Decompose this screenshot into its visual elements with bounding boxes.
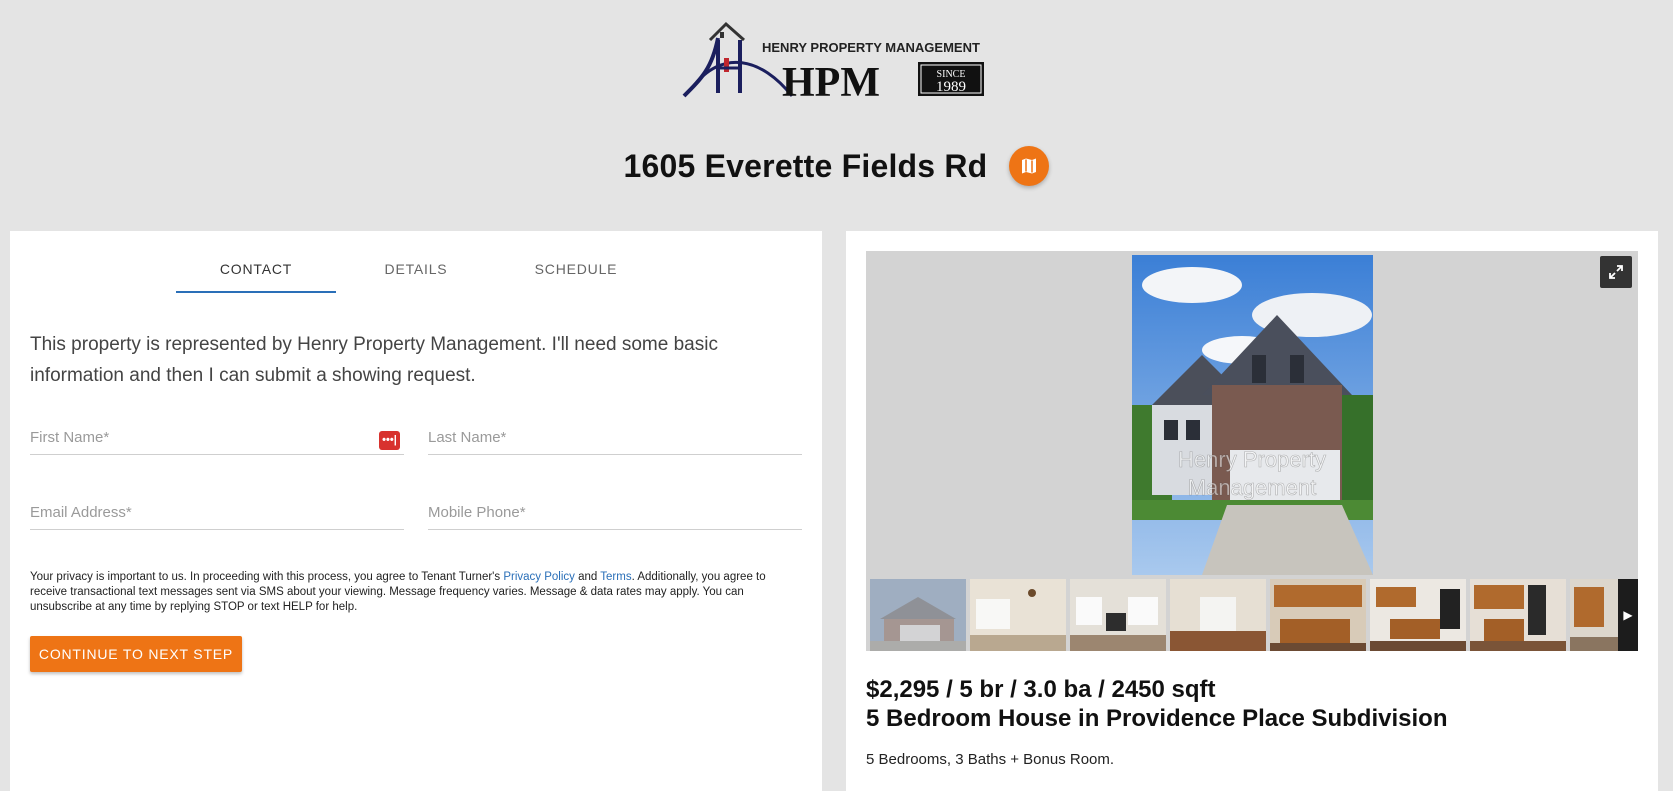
thumbnail-dining-room[interactable] <box>1170 579 1266 651</box>
terms-link[interactable]: Terms <box>600 571 631 583</box>
last-name-field <box>428 417 802 455</box>
thumbnail-strip: ▶ <box>866 579 1638 651</box>
watermark-line-2: Management <box>1188 475 1316 500</box>
listing-summary: $2,295 / 5 br / 3.0 ba / 2450 sqft <box>866 676 1216 703</box>
last-name-input[interactable] <box>428 417 802 446</box>
photo-gallery: Henry Property Management ▶ <box>866 251 1638 651</box>
expand-icon <box>1609 265 1623 279</box>
thumbnail-living-room-chandelier[interactable] <box>970 579 1066 651</box>
tab-contact[interactable]: CONTACT <box>176 249 336 293</box>
thumbnail-kitchen-appliances[interactable] <box>1470 579 1566 651</box>
listing-title: 5 Bedroom House in Providence Place Subd… <box>866 705 1448 732</box>
privacy-notice: Your privacy is important to us. In proc… <box>30 571 766 613</box>
map-button[interactable] <box>1009 146 1050 186</box>
first-name-field: •••| <box>30 417 404 455</box>
company-name: HENRY PROPERTY MANAGEMENT <box>762 40 980 55</box>
intro-text: This property is represented by Henry Pr… <box>30 334 718 386</box>
thumbnail-kitchen-cabinets[interactable] <box>1270 579 1366 651</box>
tab-schedule[interactable]: SCHEDULE <box>496 249 656 293</box>
email-input[interactable] <box>30 492 404 521</box>
privacy-policy-link[interactable]: Privacy Policy <box>503 571 575 583</box>
property-heading: 1605 Everette Fields Rd <box>0 146 1673 186</box>
tab-details[interactable]: DETAILS <box>336 249 496 293</box>
step-tabs: CONTACT DETAILS SCHEDULE <box>176 249 656 293</box>
contact-panel: CONTACT DETAILS SCHEDULE This property i… <box>10 231 822 791</box>
fullscreen-button[interactable] <box>1600 256 1632 288</box>
password-manager-icon[interactable]: •••| <box>379 431 400 450</box>
company-abbr: HPM <box>782 60 880 98</box>
property-address: 1605 Everette Fields Rd <box>623 147 988 184</box>
thumbnail-family-room-fireplace[interactable] <box>1070 579 1166 651</box>
thumbnail-exterior-front[interactable] <box>870 579 966 651</box>
listing-description: 5 Bedrooms, 3 Baths + Bonus Room. <box>866 751 1115 768</box>
continue-button[interactable]: CONTINUE TO NEXT STEP <box>30 636 242 672</box>
first-name-input[interactable] <box>30 417 404 446</box>
thumbnails-next-button[interactable]: ▶ <box>1618 579 1638 651</box>
map-icon <box>1022 158 1037 174</box>
phone-input[interactable] <box>428 492 802 521</box>
email-field <box>30 492 404 530</box>
phone-field <box>428 492 802 530</box>
company-logo[interactable]: HENRY PROPERTY MANAGEMENT HPM SINCE 1989 <box>682 18 984 98</box>
listing-panel: Henry Property Management ▶ $2,295 / 5 b… <box>846 231 1658 791</box>
thumbnail-kitchen-island[interactable] <box>1370 579 1466 651</box>
watermark-line-1: Henry Property <box>1178 447 1326 472</box>
main-photo[interactable]: Henry Property Management <box>1132 255 1373 575</box>
since-year: 1989 <box>936 79 966 95</box>
